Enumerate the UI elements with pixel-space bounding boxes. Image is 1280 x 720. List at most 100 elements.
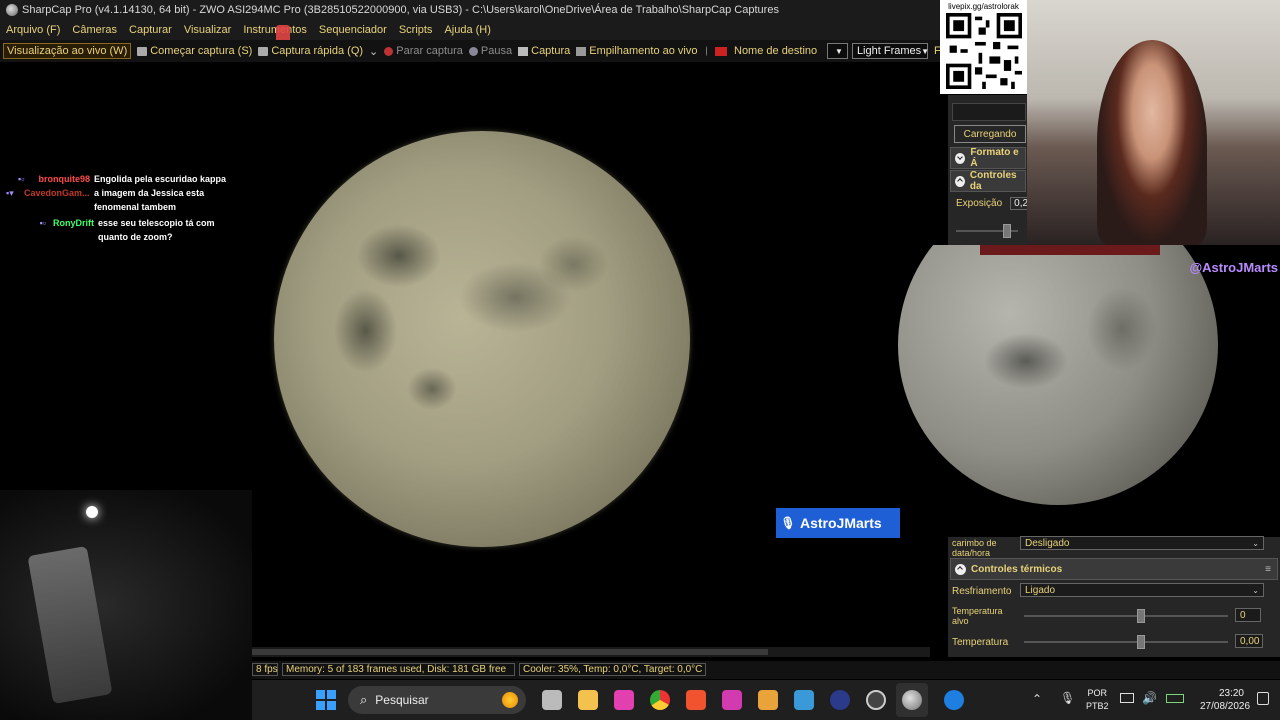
chevron-down-icon[interactable]: ⌄ [369, 45, 378, 58]
format-section-header[interactable]: Formato e Á [950, 147, 1026, 169]
search-icon: ⌕ [360, 692, 368, 707]
photos-icon[interactable] [794, 690, 814, 710]
volume-icon[interactable]: 🔊 [1142, 691, 1157, 705]
start-capture-button[interactable]: Começar captura (S) [137, 45, 252, 57]
chat-username: CavedonGam... [24, 188, 90, 198]
webcam-telescope [0, 490, 252, 720]
chat-overlay: ▪▫ bronquite98 Engolida pela escuridao k… [6, 172, 246, 244]
brave-icon[interactable] [686, 690, 706, 710]
thermal-section-header[interactable]: Controles térmicos ≡ [950, 558, 1278, 580]
camera-icon [518, 46, 529, 56]
chevron-up-icon [955, 563, 966, 575]
chevron-down-icon: ⌄ [1252, 585, 1259, 595]
frame-type-dropdown[interactable]: Light Frames ▼ [851, 43, 930, 59]
task-view-icon[interactable] [542, 690, 562, 710]
video-camera-icon [137, 46, 148, 56]
menu-arquivo[interactable]: Arquivo (F) [0, 24, 66, 36]
chevron-up-icon [955, 175, 965, 187]
capture-button[interactable]: Captura [518, 45, 570, 57]
network-icon[interactable] [1120, 693, 1134, 703]
menu-ajuda[interactable]: Ajuda (H) [438, 24, 496, 36]
menu-capturar[interactable]: Capturar [123, 24, 178, 36]
temperature-readout: 0,00 [1235, 634, 1263, 648]
chat-text: esse seu telescopio tá com quanto de zoo… [98, 218, 215, 242]
image-horizontal-scrollbar[interactable] [252, 647, 930, 657]
stop-capture-button[interactable]: Parar captura [384, 45, 463, 57]
status-bar: 8 fps Memory: 5 of 183 frames used, Disk… [252, 661, 1280, 679]
search-box[interactable]: ⌕ Pesquisar [348, 686, 526, 714]
chat-message: ▪▾ CavedonGam... a imagem da Jessica est… [6, 186, 246, 214]
stack-icon [576, 46, 587, 56]
menu-sequenciador[interactable]: Sequenciador [313, 24, 393, 36]
clock[interactable]: 23:20 27/08/2026 [1200, 687, 1250, 713]
language-indicator[interactable]: POR PTB2 [1086, 687, 1109, 713]
target-temp-slider[interactable] [1024, 615, 1228, 617]
chat-username: bronquite98 [38, 174, 90, 184]
live-view-button[interactable]: Visualização ao vivo (W) [3, 43, 132, 59]
chevron-down-icon: ▼ [921, 46, 930, 56]
secondary-moon-stream: @AstroJMarts [898, 245, 1280, 537]
target-temp-input[interactable]: 0 [1235, 608, 1261, 622]
webcam-streamer [1027, 0, 1280, 245]
cooling-dropdown[interactable]: Ligado ⌄ [1020, 583, 1264, 597]
loading-button[interactable]: Carregando [954, 125, 1026, 143]
temperature-slider [1024, 641, 1228, 643]
moon-closeup-image [898, 245, 1218, 505]
active-app-indicator [896, 683, 928, 717]
search-highlight-icon [502, 692, 518, 708]
pause-button[interactable]: Pausa [468, 45, 512, 57]
chat-username: RonyDrift [53, 218, 94, 228]
window-title: SharpCap Pro (v4.1.14130, 64 bit) - ZWO … [22, 4, 779, 16]
target-indicator-icon [705, 46, 707, 56]
file-explorer-icon[interactable] [578, 690, 598, 710]
sharpcap-app-icon [6, 4, 18, 16]
streamer-handle: @AstroJMarts [1189, 260, 1278, 275]
menu-lines-icon[interactable]: ≡ [1265, 564, 1271, 575]
stellarium-icon[interactable] [830, 690, 850, 710]
app-grid-icon[interactable] [758, 690, 778, 710]
target-icon [715, 46, 727, 56]
microphone-icon[interactable]: 🎙 [1060, 691, 1075, 705]
qr-code: livepix.gg/astrolorak [940, 0, 1027, 94]
menu-visualizar[interactable]: Visualizar [178, 24, 238, 36]
streamer-name-badge: 🎙 AstroJMarts [776, 508, 900, 538]
light-dot [86, 506, 98, 518]
camera-controls-section-header[interactable]: Controles da [950, 170, 1026, 192]
cooling-row: Resfriamento Ligado ⌄ [948, 583, 1280, 599]
tray-chevron-up-icon[interactable]: ⌃ [1032, 692, 1042, 706]
control-panel: Carregando Formato e Á Controles da Expo… [948, 95, 1033, 245]
app-pink-icon[interactable] [614, 690, 634, 710]
menu-scripts[interactable]: Scripts [393, 24, 439, 36]
battery-icon[interactable] [1166, 694, 1184, 703]
live-stack-button[interactable]: Empilhamento ao vivo [576, 45, 698, 57]
chat-message: ▪▫ RonyDrift esse seu telescopio tá com … [6, 216, 246, 244]
person-silhouette [1097, 40, 1207, 245]
safari-compass-icon[interactable] [944, 690, 964, 710]
stop-icon [384, 46, 394, 56]
moon-live-image [274, 131, 690, 547]
menu-bar: Arquivo (F) Câmeras Capturar Visualizar … [0, 20, 940, 40]
scrollbar-thumb[interactable] [252, 649, 768, 655]
notification-icon[interactable] [1257, 692, 1269, 705]
windows-start-icon[interactable] [316, 690, 336, 710]
toolbar: Visualização ao vivo (W) Começar captura… [0, 40, 948, 62]
target-name-dropdown[interactable]: ▼ [827, 43, 848, 59]
menu-cameras[interactable]: Câmeras [66, 24, 123, 36]
quick-capture-button[interactable]: Captura rápida (Q) ⌄ [258, 45, 378, 58]
panel-blank-field [952, 103, 1026, 121]
obs-icon[interactable] [866, 690, 886, 710]
chevron-down-icon [955, 152, 966, 164]
timestamp-dropdown[interactable]: Desligado ⌄ [1020, 536, 1264, 550]
chevron-down-icon: ⌄ [1252, 538, 1259, 548]
chevron-down-icon: ▼ [835, 46, 843, 56]
chrome-icon[interactable] [650, 690, 670, 710]
exposure-row: Exposição 0,2 [948, 197, 1033, 210]
telescope-silhouette [27, 545, 113, 705]
mic-muted-icon: 🎙 [780, 516, 796, 530]
exposure-slider-thumb[interactable] [1003, 224, 1011, 238]
target-name-label: Nome de destino [715, 45, 817, 57]
app-pink-icon[interactable] [722, 690, 742, 710]
taskbar: ⌕ Pesquisar ⌃ 🎙 POR PTB2 🔊 23:20 27/08/2… [252, 680, 1280, 720]
target-temp-slider-thumb[interactable] [1137, 609, 1145, 623]
cooler-readout: Cooler: 35%, Temp: 0,0°C, Target: 0,0°C [519, 663, 706, 676]
